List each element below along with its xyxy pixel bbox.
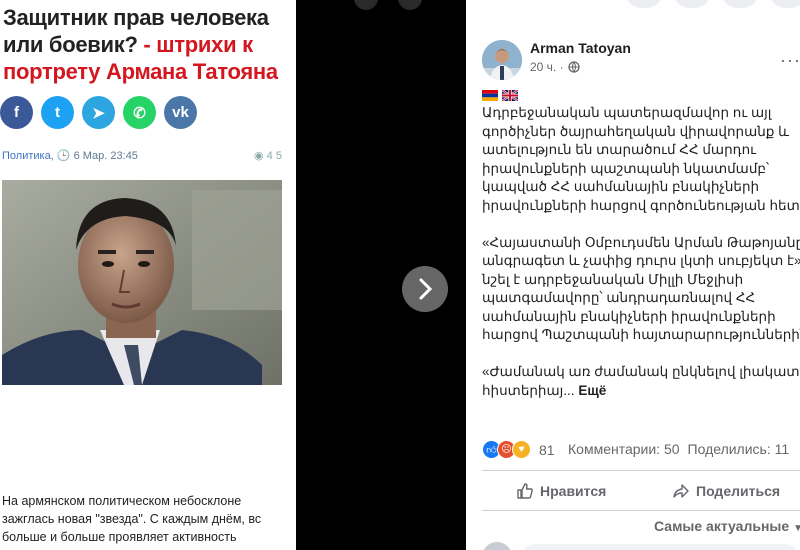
- post-flags: [482, 90, 518, 101]
- uk-flag-icon: [502, 90, 518, 101]
- notifications-icon[interactable]: [674, 0, 710, 8]
- divider: [482, 510, 800, 511]
- post-timestamp: 20 ч. ·: [530, 60, 580, 74]
- article-meta: Политика, 🕒 6 Мар. 23:45 ◉ 4 5: [2, 149, 282, 162]
- share-label: Поделиться: [696, 483, 781, 499]
- photo-viewer: Защитник прав человека или боевик? - штр…: [0, 0, 466, 550]
- facebook-icon: f: [14, 104, 19, 121]
- user-avatar: [482, 542, 512, 550]
- see-more-link[interactable]: Ещё: [575, 383, 606, 398]
- thumbs-up-icon: [517, 483, 533, 499]
- care-reaction-icon: ♥︎: [512, 440, 531, 459]
- post-stats: Комментарии: 50 Поделились: 11: [568, 441, 797, 457]
- avatar-image: [482, 40, 522, 80]
- facebook-share-button[interactable]: f: [0, 96, 33, 129]
- chevron-right-icon: [419, 278, 433, 300]
- post-author[interactable]: Arman Tatoyan: [530, 40, 631, 56]
- whatsapp-icon: ✆: [133, 104, 146, 122]
- viewer-toolbar: [300, 0, 466, 10]
- clock-icon: 🕒: [56, 150, 71, 162]
- article-photo: [2, 180, 282, 385]
- telegram-icon: ➤: [92, 104, 105, 122]
- next-photo-button[interactable]: [402, 266, 448, 312]
- reactions-summary[interactable]: 👍︎ ☹︎ ♥︎ 81: [482, 440, 555, 459]
- globe-icon: [567, 61, 580, 73]
- panel-top-buttons: [466, 0, 800, 8]
- sort-label: Самые актуальные: [654, 518, 790, 534]
- vk-icon: vk: [172, 104, 189, 121]
- shares-count[interactable]: Поделились: 11: [688, 441, 790, 457]
- article-views: ◉ 4 5: [254, 149, 282, 162]
- like-button[interactable]: Нравится: [516, 482, 606, 500]
- tag-icon[interactable]: [398, 0, 422, 10]
- account-icon[interactable]: [722, 0, 758, 8]
- article-screenshot: Защитник прав человека или боевик? - штр…: [0, 0, 296, 550]
- views-count: 4 5: [266, 150, 282, 162]
- twitter-icon: t: [55, 104, 60, 121]
- comment-sort-dropdown[interactable]: Самые актуальные ▼: [654, 518, 800, 534]
- messenger-icon[interactable]: [626, 0, 662, 8]
- vk-share-button[interactable]: vk: [164, 96, 197, 129]
- author-avatar[interactable]: [482, 40, 522, 80]
- article-date: 6 Мар. 23:45: [73, 150, 138, 162]
- article-headline: Защитник прав человека или боевик? - штр…: [3, 4, 295, 85]
- caret-down-icon: ▼: [793, 523, 800, 534]
- comment-field[interactable]: [520, 544, 800, 550]
- comment-input-area[interactable]: [482, 542, 800, 550]
- more-options-icon[interactable]: ···: [780, 50, 800, 71]
- share-buttons: f t ➤ ✆ vk: [0, 96, 197, 129]
- divider: [482, 470, 800, 471]
- article-lead: На армянском политическом небосклоне заж…: [2, 494, 262, 544]
- zoom-icon[interactable]: [354, 0, 378, 10]
- post-text: Ադրբեջանական պատերազմավոր ու այլ գործիչն…: [482, 104, 800, 400]
- post-time-text[interactable]: 20 ч. ·: [530, 60, 564, 74]
- share-button[interactable]: Поделиться: [672, 482, 780, 500]
- comments-count[interactable]: Комментарии: 50: [568, 441, 680, 457]
- twitter-share-button[interactable]: t: [41, 96, 74, 129]
- facebook-post-panel: Arman Tatoyan 20 ч. · ··· Ադրբեջանական պ…: [466, 0, 800, 550]
- portrait-illustration: [2, 180, 282, 385]
- article-category[interactable]: Политика,: [2, 150, 54, 162]
- share-arrow-icon: [673, 484, 689, 498]
- eye-icon: ◉: [254, 150, 264, 162]
- menu-icon[interactable]: [770, 0, 800, 8]
- like-label: Нравится: [540, 483, 607, 499]
- post-body-text: Ադրբեջանական պատերազմավոր ու այլ գործիչն…: [482, 105, 800, 398]
- reactions-count: 81: [539, 441, 555, 458]
- whatsapp-share-button[interactable]: ✆: [123, 96, 156, 129]
- armenia-flag-icon: [482, 90, 498, 101]
- telegram-share-button[interactable]: ➤: [82, 96, 115, 129]
